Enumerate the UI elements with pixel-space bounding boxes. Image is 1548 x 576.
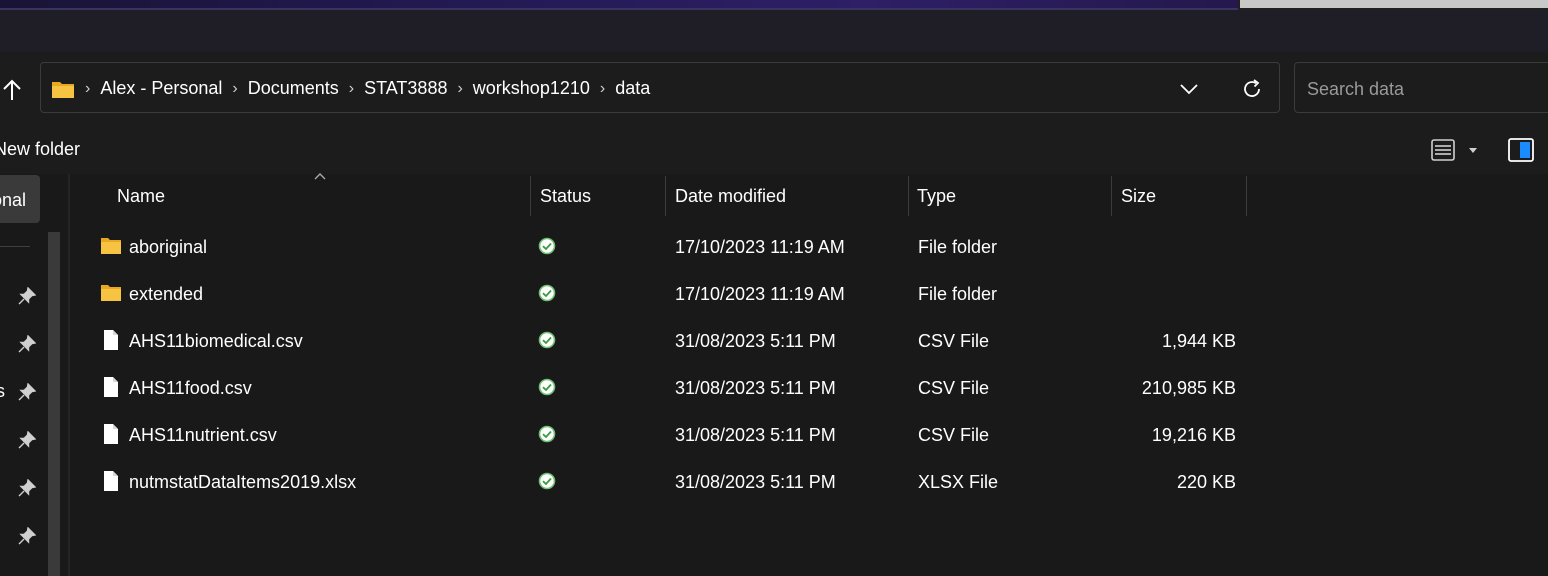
chevron-right-icon: › [599, 79, 606, 97]
file-icon [104, 330, 118, 350]
file-type: CSV File [918, 330, 990, 351]
sidebar-item-label: : [0, 333, 1, 354]
details-view-icon [1431, 139, 1455, 161]
pin-icon[interactable] [18, 479, 36, 497]
breadcrumb-item[interactable]: data [609, 78, 656, 99]
file-date-modified: 17/10/2023 11:19 AM [675, 236, 845, 257]
up-arrow-icon [3, 79, 21, 100]
sidebar-scrollbar[interactable] [48, 232, 60, 576]
search-input[interactable] [1305, 75, 1548, 103]
chevron-right-icon: › [232, 79, 238, 97]
column-divider[interactable] [1111, 176, 1112, 216]
file-size: 1,944 KB [1161, 330, 1236, 351]
command-bar [0, 126, 1548, 174]
file-size [1101, 272, 1236, 316]
adjacent-window-strip [1240, 0, 1548, 8]
window-background-strip [0, 0, 1238, 10]
file-name: AHS11nutrient.csv [129, 424, 277, 445]
breadcrumb-item[interactable]: Alex - Personal [94, 78, 228, 99]
file-name: extended [129, 283, 204, 304]
file-name: AHS11biomedical.csv [129, 330, 303, 351]
file-date-modified: 31/08/2023 5:11 PM [675, 330, 836, 351]
pin-icon[interactable] [18, 287, 36, 305]
file-type: XLSX File [918, 471, 999, 492]
breadcrumb-item[interactable]: STAT3888 [358, 78, 453, 99]
file-size: 220 KB [1176, 471, 1236, 492]
file-row[interactable]: AHS11nutrient.csv 31/08/2023 5:11 PM CSV F… [70, 413, 1270, 457]
search-box[interactable] [1294, 62, 1548, 113]
column-divider[interactable] [665, 176, 666, 216]
sync-ok-icon [538, 472, 556, 490]
sync-ok-icon [538, 378, 556, 396]
up-button[interactable] [0, 76, 30, 104]
column-header-status[interactable]: Status [540, 174, 591, 218]
file-row[interactable]: nutmstatDataItems2019.xlsx 31/08/2023 5:1… [70, 460, 1270, 504]
file-type: CSV File [918, 424, 990, 445]
file-row[interactable]: AHS11biomedical.csv 31/08/2023 5:11 PM CSV… [70, 319, 1270, 363]
folder-icon [52, 81, 74, 98]
preview-pane-icon[interactable] [1507, 137, 1535, 163]
column-header-name[interactable]: Name [117, 174, 165, 218]
file-date-modified: 17/10/2023 11:19 AM [675, 283, 845, 304]
column-divider[interactable] [908, 176, 909, 216]
file-type: File folder [918, 283, 998, 304]
column-divider[interactable] [530, 176, 531, 216]
sidebar-item-selected[interactable]: onal [0, 175, 40, 223]
file-icon [104, 424, 118, 444]
breadcrumb: › Alex - Personal › Documents › STAT3888… [51, 63, 656, 114]
sync-ok-icon [538, 237, 556, 255]
file-size: 19,216 KB [1151, 424, 1236, 445]
breadcrumb-item[interactable]: workshop1210 [467, 78, 596, 99]
column-header: Name Status Date modified Type Size [70, 173, 1270, 218]
file-row[interactable]: AHS11food.csv 31/08/2023 5:11 PM CSV File 2… [70, 366, 1270, 410]
file-size [1101, 225, 1236, 269]
column-header-type[interactable]: Type [917, 174, 956, 218]
tab-band [0, 10, 1548, 52]
folder-icon [101, 238, 121, 254]
sidebar-item-label: s [0, 381, 5, 401]
file-name: aboriginal [129, 236, 208, 257]
breadcrumb-item[interactable]: Documents [242, 78, 345, 99]
view-options-button[interactable] [1430, 136, 1480, 164]
title-strip [0, 0, 1548, 10]
chevron-right-icon: › [85, 79, 91, 97]
file-date-modified: 31/08/2023 5:11 PM [675, 377, 836, 398]
file-size: 210,985 KB [1141, 377, 1236, 398]
pin-icon[interactable] [18, 431, 36, 449]
chevron-right-icon: › [457, 79, 463, 97]
file-icon [104, 471, 118, 491]
column-divider[interactable] [1246, 176, 1247, 216]
sync-ok-icon [538, 284, 556, 302]
folder-icon [101, 285, 121, 301]
sync-ok-icon [538, 425, 556, 443]
file-icon [104, 377, 118, 397]
pin-icon[interactable] [18, 527, 36, 545]
sync-ok-icon [538, 331, 556, 349]
column-header-date-modified[interactable]: Date modified [675, 174, 786, 218]
chevron-right-icon: › [348, 79, 355, 97]
file-row[interactable]: aboriginal 17/10/2023 11:19 AM File folder [70, 225, 1270, 269]
refresh-icon [1244, 79, 1260, 97]
file-date-modified: 31/08/2023 5:11 PM [675, 424, 836, 445]
caret-down-icon [1469, 148, 1477, 153]
column-header-size[interactable]: Size [1121, 174, 1156, 218]
new-folder-button[interactable]: New folder [0, 139, 80, 160]
pin-icon[interactable] [18, 335, 36, 353]
chevron-down-icon [1180, 84, 1198, 95]
address-history-button[interactable] [1175, 75, 1203, 103]
address-bar[interactable]: › Alex - Personal › Documents › STAT3888… [40, 62, 1280, 113]
file-row[interactable]: extended 17/10/2023 11:19 AM File folder [70, 272, 1270, 316]
refresh-button[interactable] [1237, 75, 1267, 103]
sort-ascending-icon [314, 173, 326, 180]
file-date-modified: 31/08/2023 5:11 PM [675, 471, 836, 492]
sidebar-item-label: onal [0, 190, 27, 210]
file-type: File folder [918, 236, 998, 257]
pin-icon[interactable] [18, 383, 36, 401]
sidebar-divider [0, 246, 30, 247]
file-name: nutmstatDataItems2019.xlsx [129, 471, 357, 492]
file-type: CSV File [918, 377, 990, 398]
file-name: AHS11food.csv [129, 377, 252, 398]
